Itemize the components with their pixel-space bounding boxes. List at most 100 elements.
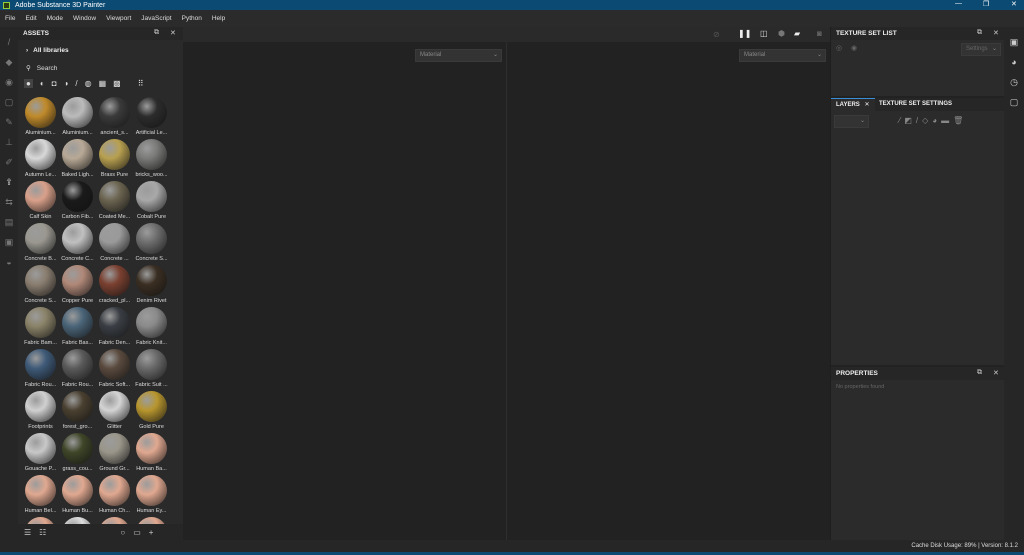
search-input[interactable]: ⚲ Search [26,64,57,72]
filter-environments-icon[interactable]: ▩ [113,79,121,88]
right-viewport-channel-dropdown[interactable]: Material ⌄ [739,49,826,62]
blend-mode-dropdown[interactable]: ⌄ [834,115,869,128]
screenshot-icon[interactable]: ◙ [817,29,822,38]
geometry-mask-icon[interactable]: ▢ [4,97,14,107]
asset-item[interactable]: Footprints [22,391,59,433]
asset-item[interactable]: Artificial Le... [133,97,170,139]
asset-item[interactable]: Fabric Suit ... [133,349,170,391]
asset-item[interactable]: Brass Pure [96,139,133,181]
minimize-button[interactable]: — [955,0,962,7]
maximize-button[interactable]: ❐ [983,0,989,8]
texture-set-settings-dropdown[interactable]: Settings ⌄ [961,43,1001,56]
close-icon[interactable]: ✕ [993,29,999,37]
asset-item[interactable]: bricks_woo... [133,139,170,181]
asset-item[interactable]: Glitter [96,391,133,433]
close-window-button[interactable]: ✕ [1011,0,1017,8]
filter-smart-masks-icon[interactable]: ◑ [64,79,69,88]
asset-item[interactable]: forest_gro... [59,391,96,433]
refresh-icon[interactable]: ○ [120,528,125,537]
filter-smart-materials-icon[interactable]: ◐ [40,79,45,88]
asset-item[interactable]: Concrete C... [59,223,96,265]
filter-materials-icon[interactable]: ● [24,78,33,88]
filter-list-alt-icon[interactable]: ☷ [39,528,46,537]
assets-icon[interactable]: ⇪ [4,177,14,187]
add-fill-layer-icon[interactable]: ◇ [922,116,928,125]
close-icon[interactable]: ✕ [993,369,999,377]
menu-python[interactable]: Python [177,15,207,22]
layer-panel-icon[interactable]: ▢ [1009,97,1019,107]
asset-item[interactable]: Coated Me... [96,181,133,223]
tab-layers[interactable]: LAYERS ✕ [831,98,875,111]
asset-item[interactable] [133,517,170,524]
grid-view-icon[interactable]: ⠿ [138,79,144,88]
asset-item[interactable]: Gold Pure [133,391,170,433]
delete-icon[interactable]: 🗑 [953,116,963,125]
asset-item[interactable]: Aluminium... [59,97,96,139]
hide-all-icon[interactable]: ◎ [836,44,842,52]
asset-item[interactable]: Autumn Le... [22,139,59,181]
add-smart-material-icon[interactable]: ◕ [932,116,937,125]
shelf-icon[interactable]: ▤ [4,217,14,227]
filter-brushes-icon[interactable]: / [75,79,77,88]
add-folder-icon[interactable]: ▬ [941,116,949,125]
asset-item[interactable]: Concrete S... [22,265,59,307]
asset-item[interactable]: Gouache P... [22,433,59,475]
asset-item[interactable]: Fabric Rou... [22,349,59,391]
asset-item[interactable]: Human Bu... [59,475,96,517]
add-effect-icon[interactable]: ⁄ [899,116,900,125]
left-viewport-channel-dropdown[interactable]: Material ⌄ [415,49,502,62]
viewport[interactable]: ⊘ ❚❚ ◫ ⬢ ▰ ◙ Material ⌄ Material ⌄ [183,27,830,540]
library-breadcrumb[interactable]: › All libraries [26,47,69,54]
pause-icon[interactable]: ❚❚ [738,29,751,38]
history-icon[interactable]: ◷ [1009,77,1019,87]
eraser-icon[interactable]: ◆ [4,57,14,67]
filter-textures-icon[interactable]: ◍ [85,79,92,88]
close-icon[interactable]: ✕ [864,102,869,108]
menu-mode[interactable]: Mode [42,15,68,22]
asset-item[interactable]: Human Bel... [22,475,59,517]
undock-icon[interactable]: ⧉ [977,29,982,37]
asset-item[interactable]: Fabric Soft... [96,349,133,391]
environment-icon[interactable]: ◕ [1009,57,1019,67]
cube-icon[interactable]: ⬢ [778,29,785,38]
asset-item[interactable]: Fabric Rou... [59,349,96,391]
undock-icon[interactable]: ⧉ [977,369,982,377]
asset-item[interactable]: Concrete B... [22,223,59,265]
close-icon[interactable]: ✕ [170,29,176,37]
filter-alphas-icon[interactable]: ▦ [99,79,107,88]
clone-stamp-icon[interactable]: ⊥ [4,137,14,147]
menu-javascript[interactable]: JavaScript [136,15,176,22]
folder-icon[interactable]: ▭ [133,528,141,537]
asset-item[interactable]: Concrete ... [96,223,133,265]
asset-item[interactable]: Human Ey... [133,475,170,517]
asset-item[interactable]: Baked Ligh... [59,139,96,181]
filter-list-icon[interactable]: ☰ [24,528,31,537]
filter-masks-icon[interactable]: ◘ [52,79,57,88]
asset-item[interactable] [59,517,96,524]
asset-item[interactable]: Cobalt Pure [133,181,170,223]
paint-brush-icon[interactable]: / [4,37,14,47]
asset-item[interactable]: ancient_s... [96,97,133,139]
eye-icon[interactable]: ◉ [851,44,857,52]
symmetry-icon[interactable]: ◫ [760,29,768,38]
display-settings-icon[interactable]: ▣ [1009,37,1019,47]
tab-texture-set-settings[interactable]: TEXTURE SET SETTINGS [874,98,957,111]
menu-window[interactable]: Window [68,15,101,22]
asset-item[interactable]: Human Ch... [96,475,133,517]
document-icon[interactable]: ▣ [4,237,14,247]
asset-item[interactable]: Copper Pure [59,265,96,307]
asset-item[interactable] [22,517,59,524]
asset-item[interactable]: Denim Rivet [133,265,170,307]
asset-item[interactable]: grass_cou... [59,433,96,475]
projection-icon[interactable]: ◉ [4,77,14,87]
asset-item[interactable]: Fabric Den... [96,307,133,349]
asset-item[interactable]: Ground Gr... [96,433,133,475]
color-picker-icon[interactable]: ✐ [4,157,14,167]
bake-icon[interactable]: ⇆ [4,197,14,207]
asset-item[interactable]: Calf Skin [22,181,59,223]
menu-edit[interactable]: Edit [20,15,41,22]
menu-help[interactable]: Help [207,15,230,22]
undock-icon[interactable]: ⧉ [154,29,159,37]
asset-item[interactable]: Human Ba... [133,433,170,475]
asset-item[interactable]: Fabric Bam... [22,307,59,349]
